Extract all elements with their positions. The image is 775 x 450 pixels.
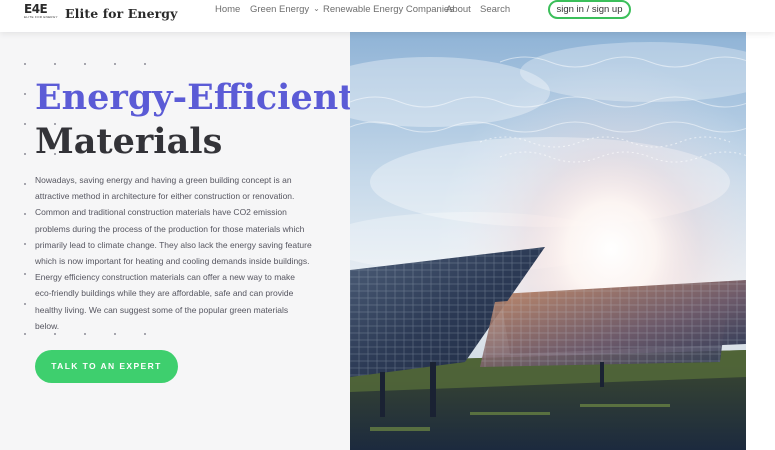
site-header: E4E ELITE FOR ENERGY Elite for Energy Ho… (0, 0, 775, 32)
logo[interactable]: E4E ELITE FOR ENERGY Elite for Energy (24, 3, 178, 23)
logo-mark-letters: E4E (24, 3, 62, 15)
chevron-down-icon: ⌄ (313, 4, 320, 13)
nav-green-energy-label: Green Energy (250, 4, 310, 15)
nav-green-energy[interactable]: Green Energy ⌄ (250, 4, 320, 15)
nav-renewable-energy-companies[interactable]: Renewable Energy Companies (323, 4, 454, 15)
nav-about[interactable]: About (446, 4, 471, 15)
site-name: Elite for Energy (65, 5, 178, 21)
solar-panels-image (350, 32, 746, 450)
nav-home[interactable]: Home (215, 4, 240, 15)
page-title-line2: Materials (35, 121, 223, 162)
hero-body-text: Nowadays, saving energy and having a gre… (35, 175, 312, 331)
nav-search[interactable]: Search (480, 4, 510, 15)
logo-mark: E4E ELITE FOR ENERGY (24, 3, 62, 23)
page-right-margin (746, 32, 775, 450)
logo-subtext: ELITE FOR ENERGY (24, 15, 58, 19)
talk-to-expert-button[interactable]: TALK TO AN EXPERT (35, 350, 178, 383)
page-title-line1: Energy-Efficient (35, 77, 355, 118)
signin-button[interactable]: sign in / sign up (548, 0, 631, 19)
logo-mark-text: E4E (24, 2, 48, 16)
